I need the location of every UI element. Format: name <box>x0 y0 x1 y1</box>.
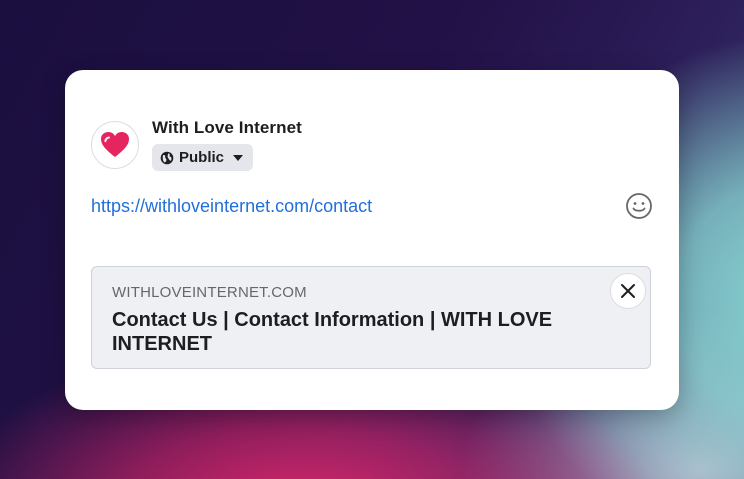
close-icon <box>621 284 635 298</box>
page-avatar[interactable] <box>91 121 139 169</box>
preview-title[interactable]: Contact Us | Contact Information | WITH … <box>112 308 582 356</box>
heart-logo-icon <box>101 132 129 157</box>
author-name[interactable]: With Love Internet <box>152 118 302 138</box>
post-composer-card: With Love Internet Public https://withlo… <box>65 70 679 410</box>
emoji-button[interactable] <box>625 192 653 220</box>
caret-down-icon <box>233 154 244 161</box>
smiley-icon <box>626 193 652 219</box>
link-preview[interactable]: WITHLOVEINTERNET.COM Contact Us | Contac… <box>91 266 651 369</box>
globe-icon <box>160 151 174 164</box>
preview-domain: WITHLOVEINTERNET.COM <box>112 284 307 301</box>
privacy-selector[interactable]: Public <box>152 144 254 171</box>
post-link[interactable]: https://withloveinternet.com/contact <box>91 196 372 217</box>
remove-preview-button[interactable] <box>610 273 646 309</box>
privacy-label: Public <box>179 149 225 166</box>
